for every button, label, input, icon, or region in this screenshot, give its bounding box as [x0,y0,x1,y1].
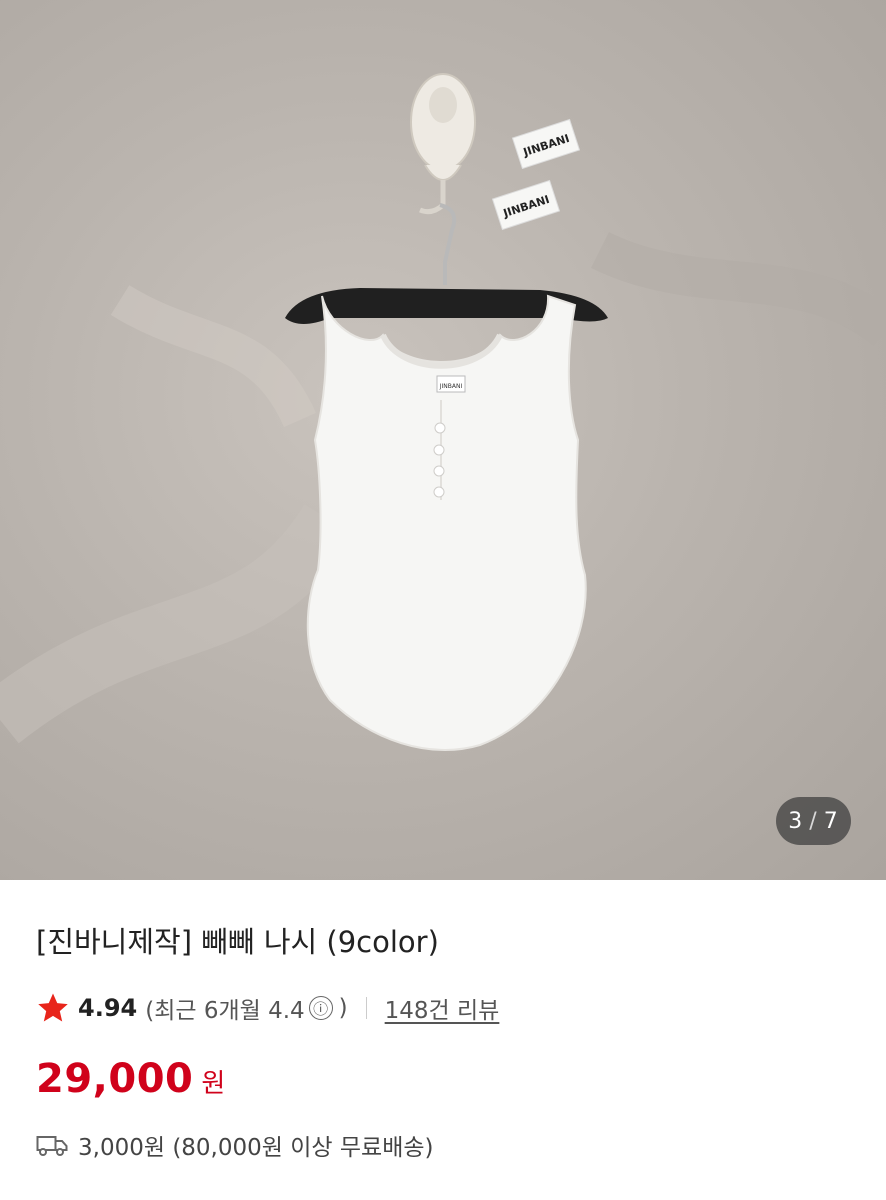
recent-rating: (최근 6개월 4.4 ⓘ ) [145,991,347,1025]
recent-rating-label: (최근 6개월 4.4 [145,998,305,1024]
wall-hook [410,73,476,215]
info-icon[interactable]: ⓘ [308,996,333,1020]
image-counter-current: 3 [788,808,804,834]
image-counter-separator: / [809,808,818,834]
recent-rating-close: ) [338,995,348,1021]
product-image-gallery[interactable]: JINBANI JINBANI JINBANI 3 / 7 [0,0,886,880]
shipping-text: 3,000원 (80,000원 이상 무료배송) [78,1135,434,1161]
rating-row: 4.94 (최근 6개월 4.4 ⓘ ) 148건 리뷰 [36,988,850,1028]
brand-tag: JINBANI [511,118,581,170]
garment-label-text: JINBANI [439,383,463,390]
price-amount: 29,000 [36,1056,194,1102]
shipping-row: 3,000원 (80,000원 이상 무료배송) [36,1128,850,1162]
rating-score: 4.94 [78,994,138,1022]
price-row: 29,000 원 [36,1056,850,1102]
image-counter-total: 7 [823,808,839,834]
divider [365,997,367,1019]
truck-icon [36,1136,68,1156]
star-icon [38,993,68,1022]
brand-tag: JINBANI [491,179,561,231]
product-info: [진바니제작] 빼빼 나시 (9color) 4.94 (최근 6개월 4.4 … [0,922,886,1162]
review-count-link[interactable]: 148건 리뷰 [385,991,500,1025]
price-unit: 원 [201,1069,226,1099]
image-counter: 3 / 7 [776,797,851,845]
product-photo: JINBANI JINBANI JINBANI [0,73,886,751]
tank-top-garment: JINBANI [306,294,587,751]
product-title: [진바니제작] 빼빼 나시 (9color) [36,925,439,959]
